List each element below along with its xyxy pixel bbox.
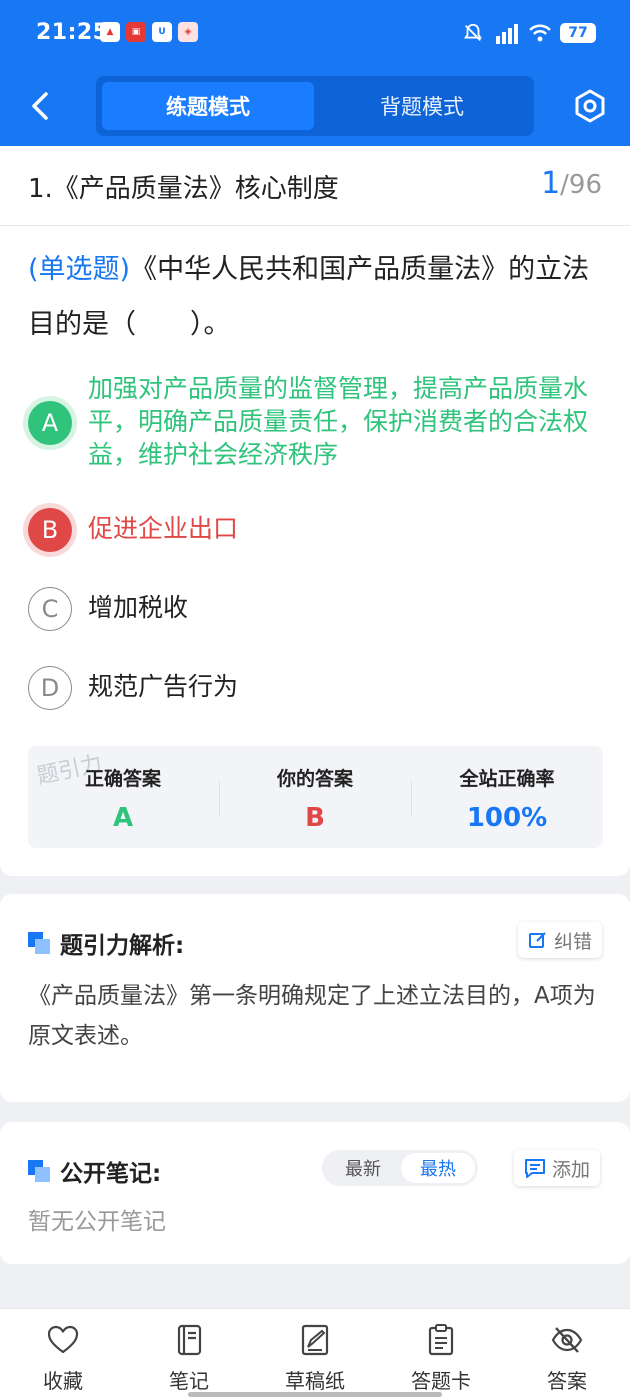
status-bar: 21:25 ▲ ▣ U ◈ 77 bbox=[0, 0, 630, 68]
signal-icon bbox=[496, 24, 518, 44]
option-text: 加强对产品质量的监督管理，提高产品质量水平，明确产品质量责任，保护消费者的合法权… bbox=[88, 374, 589, 469]
question-counter: 1/96 bbox=[541, 166, 602, 201]
sort-hot-button[interactable]: 最热 bbox=[401, 1153, 475, 1183]
report-error-label: 纠错 bbox=[554, 930, 593, 953]
add-note-button[interactable]: 添加 bbox=[514, 1150, 601, 1186]
option-letter: D bbox=[28, 666, 72, 710]
report-error-button[interactable]: 纠错 bbox=[518, 922, 603, 958]
chapter-title: 1.《产品质量法》核心制度 bbox=[28, 174, 339, 204]
answer-sheet-button[interactable]: 答题卡 bbox=[386, 1323, 496, 1394]
your-answer-value: B bbox=[305, 803, 325, 833]
total-questions: /96 bbox=[560, 170, 602, 200]
settings-icon[interactable] bbox=[572, 88, 608, 124]
notes-title-text: 公开笔记: bbox=[60, 1161, 162, 1187]
section-marker-icon bbox=[28, 932, 50, 954]
mode-switch: 练题模式 背题模式 bbox=[96, 76, 534, 136]
question-stem: (单选题)《中华人民共和国产品质量法》的立法目的是（ ）。 bbox=[28, 242, 608, 352]
stat-label: 正确答案 bbox=[84, 768, 161, 790]
battery-indicator: 77 bbox=[560, 23, 596, 43]
section-marker-icon bbox=[28, 1160, 50, 1182]
current-question-number: 1 bbox=[541, 166, 561, 201]
stat-label: 你的答案 bbox=[276, 768, 353, 790]
nav-label: 收藏 bbox=[43, 1369, 83, 1393]
comment-icon bbox=[525, 1159, 545, 1178]
notes-button[interactable]: 笔记 bbox=[134, 1323, 244, 1394]
back-arrow-icon[interactable] bbox=[26, 88, 56, 124]
question-card: 1.《产品质量法》核心制度 1/96 (单选题)《中华人民共和国产品质量法》的立… bbox=[0, 146, 630, 876]
show-answer-button[interactable]: 答案 bbox=[512, 1323, 622, 1394]
option-text: 规范广告行为 bbox=[88, 672, 239, 701]
nav-label: 笔记 bbox=[169, 1369, 209, 1393]
app-notification-icon: ▲ bbox=[100, 22, 120, 42]
edit-icon bbox=[529, 932, 546, 948]
option-text: 增加税收 bbox=[88, 593, 189, 622]
question-type: (单选题) bbox=[28, 254, 131, 285]
tab-memorize-mode[interactable]: 背题模式 bbox=[316, 82, 528, 130]
add-note-label: 添加 bbox=[552, 1158, 591, 1181]
correct-answer-stat: 正确答案 A bbox=[28, 764, 218, 833]
eye-off-icon bbox=[551, 1327, 583, 1353]
analysis-title-text: 题引力解析: bbox=[60, 933, 185, 959]
your-answer-stat: 你的答案 B bbox=[220, 764, 410, 833]
option-b[interactable]: B 促进企业出口 bbox=[28, 506, 608, 556]
option-letter: A bbox=[28, 401, 72, 445]
nav-label: 答题卡 bbox=[411, 1369, 471, 1393]
header: 21:25 ▲ ▣ U ◈ 77 练题模式 背题模式 bbox=[0, 0, 630, 146]
option-a[interactable]: A 加强对产品质量的监督管理，提高产品质量水平，明确产品质量责任，保护消费者的合… bbox=[28, 372, 608, 472]
question-header: 1.《产品质量法》核心制度 1/96 bbox=[0, 146, 630, 226]
wifi-icon bbox=[529, 24, 551, 42]
app-notification-icon: ▣ bbox=[126, 22, 146, 42]
favorite-button[interactable]: 收藏 bbox=[8, 1323, 118, 1394]
mute-bell-icon bbox=[463, 23, 483, 41]
status-time: 21:25 bbox=[36, 20, 109, 45]
nav-label: 答案 bbox=[547, 1369, 587, 1393]
correct-answer-value: A bbox=[112, 803, 134, 833]
analysis-text: 《产品质量法》第一条明确规定了上述立法目的，A项为原文表述。 bbox=[28, 983, 596, 1049]
notebook-icon bbox=[177, 1324, 202, 1356]
analysis-card: 题引力解析: 纠错 《产品质量法》第一条明确规定了上述立法目的，A项为原文表述。 bbox=[0, 894, 630, 1102]
site-accuracy-stat: 全站正确率 100% bbox=[412, 764, 602, 833]
option-d[interactable]: D 规范广告行为 bbox=[28, 664, 608, 714]
option-letter: C bbox=[28, 587, 72, 631]
notes-title: 公开笔记: bbox=[28, 1154, 161, 1188]
draft-icon bbox=[301, 1324, 329, 1356]
tab-practice-mode[interactable]: 练题模式 bbox=[102, 82, 314, 130]
public-notes-card: 公开笔记: 最新 最热 添加 暂无公开笔记 bbox=[0, 1122, 630, 1264]
answer-sheet-icon bbox=[428, 1324, 454, 1356]
app-notification-icon: ◈ bbox=[178, 22, 198, 42]
nav-label: 草稿纸 bbox=[285, 1369, 345, 1393]
sort-latest-button[interactable]: 最新 bbox=[326, 1153, 400, 1183]
option-c[interactable]: C 增加税收 bbox=[28, 585, 608, 635]
notes-sort-switch: 最新 最热 bbox=[322, 1150, 478, 1186]
notification-icons: ▲ ▣ U ◈ bbox=[100, 22, 198, 42]
site-accuracy-value: 100% bbox=[466, 803, 548, 833]
app-notification-icon: U bbox=[152, 22, 172, 42]
option-letter: B bbox=[28, 508, 72, 552]
analysis-title: 题引力解析: bbox=[28, 926, 184, 960]
heart-icon bbox=[47, 1325, 79, 1354]
draft-paper-button[interactable]: 草稿纸 bbox=[260, 1323, 370, 1394]
empty-notes-text: 暂无公开笔记 bbox=[28, 1209, 166, 1235]
system-indicators: 77 bbox=[462, 22, 596, 44]
option-text: 促进企业出口 bbox=[88, 514, 239, 543]
stat-label: 全站正确率 bbox=[459, 768, 555, 790]
answer-stats: 题引力 正确答案 A 你的答案 B 全站正确率 100% bbox=[28, 746, 603, 848]
home-indicator bbox=[188, 1392, 442, 1397]
bottom-toolbar: 收藏 笔记 草稿纸 答题卡 答案 bbox=[0, 1308, 630, 1400]
